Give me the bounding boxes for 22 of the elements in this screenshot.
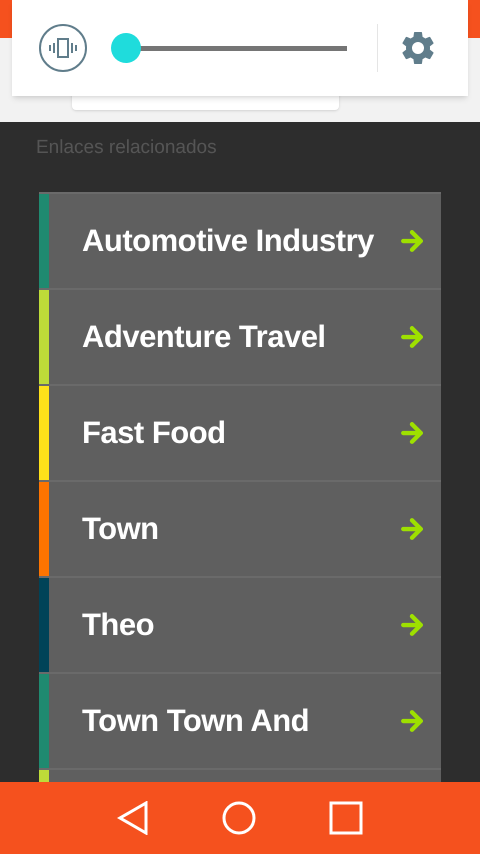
link-item[interactable]: Town <box>39 480 441 576</box>
link-label: Town <box>82 510 160 548</box>
home-icon <box>222 801 256 835</box>
link-item[interactable]: Automotive Industry <box>39 192 441 288</box>
vibrate-button[interactable] <box>39 24 87 72</box>
link-label: Town Town And <box>82 702 310 740</box>
link-label: Automotive Industry <box>82 222 376 260</box>
link-item[interactable]: Fast Food <box>39 384 441 480</box>
back-icon <box>116 801 149 835</box>
home-button[interactable] <box>222 801 256 835</box>
link-item[interactable]: Town Town And <box>39 672 441 768</box>
back-button[interactable] <box>116 801 149 835</box>
recents-button[interactable] <box>329 801 364 835</box>
vibrate-icon <box>48 36 78 60</box>
link-label: Fast Food <box>82 414 227 452</box>
link-label: Theo <box>82 606 156 644</box>
link-item[interactable]: Adventure Travel <box>39 288 441 384</box>
recents-icon <box>329 801 364 835</box>
slider-thumb[interactable] <box>111 33 141 63</box>
volume-slider[interactable] <box>111 32 347 64</box>
link-item[interactable]: Theo <box>39 576 441 672</box>
link-label: Adventure Travel <box>82 318 327 356</box>
